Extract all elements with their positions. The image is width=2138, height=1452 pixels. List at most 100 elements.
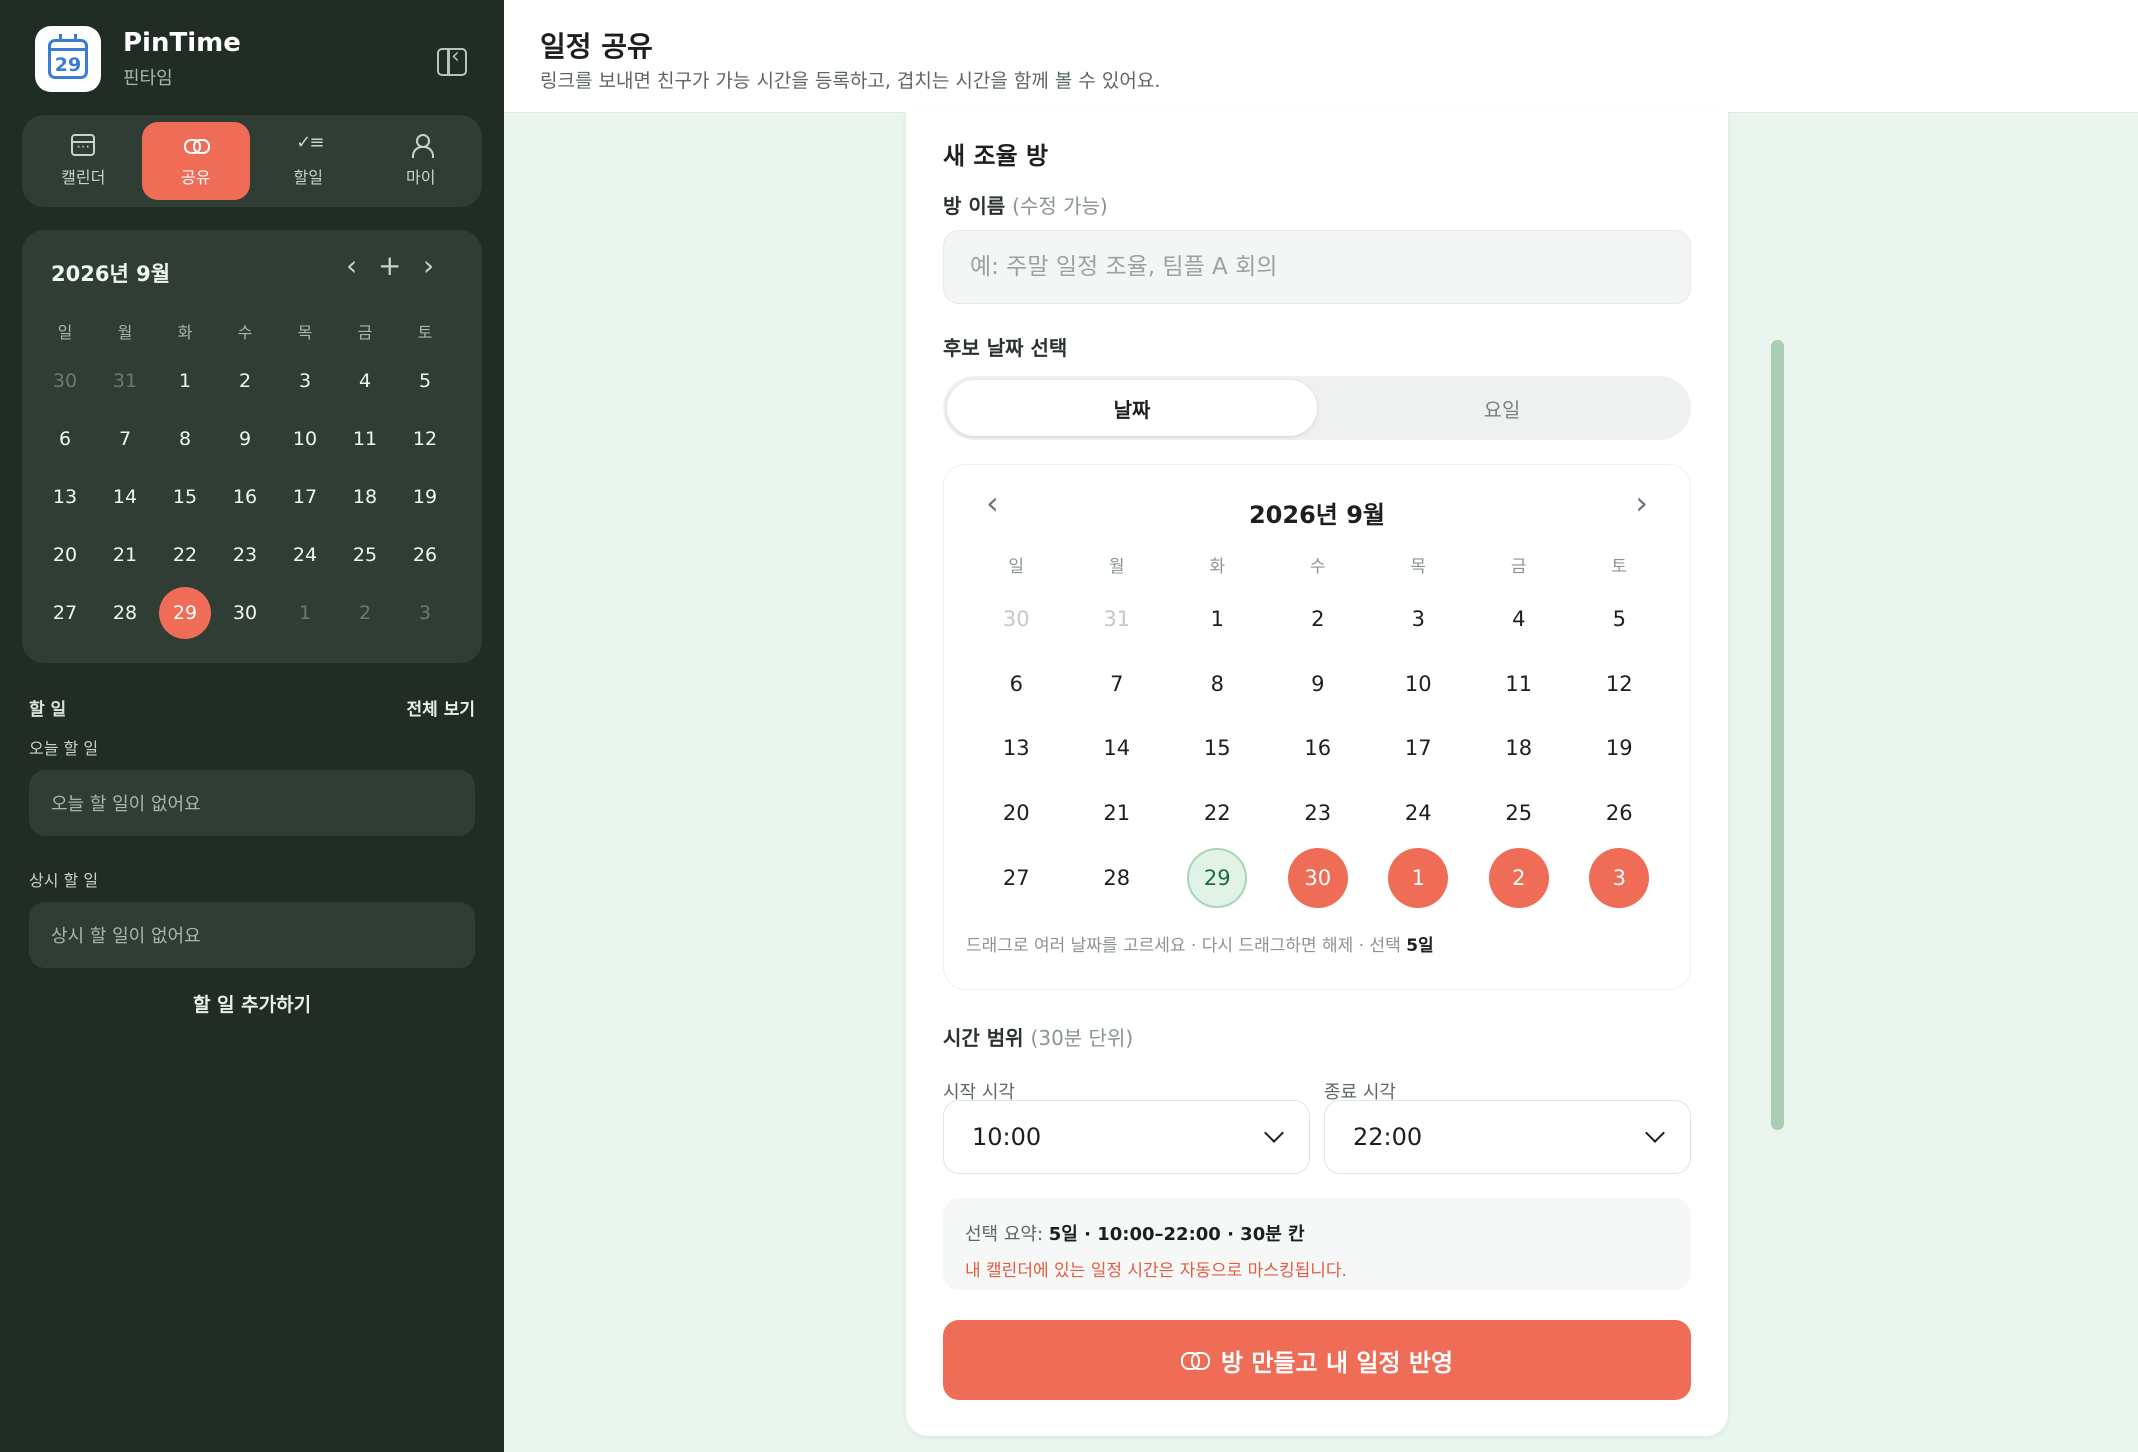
mini-calendar-day[interactable]: 9 xyxy=(215,410,275,468)
date-cell-today[interactable]: 29 xyxy=(1167,845,1268,910)
mini-calendar-day[interactable]: 12 xyxy=(395,410,455,468)
mini-calendar-day[interactable]: 22 xyxy=(155,526,215,584)
date-cell-selected[interactable]: 30 xyxy=(1268,845,1369,910)
mini-calendar-day[interactable]: 8 xyxy=(155,410,215,468)
date-cell[interactable]: 24 xyxy=(1368,781,1469,846)
mini-calendar-day[interactable]: 7 xyxy=(95,410,155,468)
date-cell[interactable]: 21 xyxy=(1067,781,1168,846)
mini-calendar-day[interactable]: 27 xyxy=(35,584,95,642)
date-cell[interactable]: 28 xyxy=(1067,845,1168,910)
mini-calendar-day[interactable]: 2 xyxy=(215,352,275,410)
date-cell[interactable]: 17 xyxy=(1368,716,1469,781)
tab-weekday[interactable]: 요일 xyxy=(1317,380,1687,436)
mini-calendar-day[interactable]: 15 xyxy=(155,468,215,526)
sidebar-collapse-icon[interactable] xyxy=(437,44,467,76)
date-cell[interactable]: 19 xyxy=(1569,716,1670,781)
mini-calendar-day[interactable]: 4 xyxy=(335,352,395,410)
app-subtitle: 핀타임 xyxy=(123,68,173,89)
date-cell[interactable]: 7 xyxy=(1067,652,1168,717)
add-todo-button[interactable]: 할 일 추가하기 xyxy=(0,990,504,1017)
date-cell[interactable]: 31 xyxy=(1067,587,1168,652)
brand[interactable]: 29 PinTime 핀타임 xyxy=(35,26,241,92)
date-cell-selected[interactable]: 1 xyxy=(1368,845,1469,910)
date-cell[interactable]: 15 xyxy=(1167,716,1268,781)
room-name-input[interactable] xyxy=(943,230,1691,304)
date-cell-selected[interactable]: 2 xyxy=(1469,845,1570,910)
mini-calendar-day[interactable]: 17 xyxy=(275,468,335,526)
date-cell[interactable]: 18 xyxy=(1469,716,1570,781)
date-cell[interactable]: 26 xyxy=(1569,781,1670,846)
mini-calendar-day[interactable]: 24 xyxy=(275,526,335,584)
date-cell[interactable]: 4 xyxy=(1469,587,1570,652)
mini-calendar-day[interactable]: 19 xyxy=(395,468,455,526)
add-icon[interactable]: + xyxy=(378,252,401,280)
day-number: 2 xyxy=(1311,607,1325,632)
mini-calendar-day[interactable]: 13 xyxy=(35,468,95,526)
app-logo: 29 xyxy=(35,26,101,92)
date-cell[interactable]: 8 xyxy=(1167,652,1268,717)
mini-calendar-day[interactable]: 6 xyxy=(35,410,95,468)
date-cell[interactable]: 16 xyxy=(1268,716,1369,781)
date-cell[interactable]: 10 xyxy=(1368,652,1469,717)
date-cell[interactable]: 27 xyxy=(966,845,1067,910)
date-cell[interactable]: 13 xyxy=(966,716,1067,781)
nav-item-my[interactable]: 마이 xyxy=(367,122,476,200)
chevron-right-icon[interactable]: › xyxy=(1635,487,1648,519)
mini-calendar-day[interactable]: 5 xyxy=(395,352,455,410)
date-cell[interactable]: 6 xyxy=(966,652,1067,717)
mini-calendar-day[interactable]: 30 xyxy=(215,584,275,642)
date-cell[interactable]: 22 xyxy=(1167,781,1268,846)
start-time-select[interactable]: 10:00 xyxy=(943,1100,1310,1174)
mini-calendar-day[interactable]: 21 xyxy=(95,526,155,584)
date-cell[interactable]: 5 xyxy=(1569,587,1670,652)
mini-calendar-day[interactable]: 16 xyxy=(215,468,275,526)
mini-calendar-day[interactable]: 20 xyxy=(35,526,95,584)
nav-item-todo[interactable]: 할일 xyxy=(254,122,363,200)
mini-calendar-day[interactable]: 23 xyxy=(215,526,275,584)
date-cell[interactable]: 23 xyxy=(1268,781,1369,846)
end-time-select[interactable]: 22:00 xyxy=(1324,1100,1691,1174)
nav-label: 마이 xyxy=(406,168,436,187)
nav-item-calendar[interactable]: 캘린더 xyxy=(29,122,138,200)
mini-calendar-day[interactable]: 2 xyxy=(335,584,395,642)
date-cell[interactable]: 9 xyxy=(1268,652,1369,717)
date-cell[interactable]: 14 xyxy=(1067,716,1168,781)
day-number: 23 xyxy=(1304,801,1332,826)
day-number: 19 xyxy=(1605,736,1633,761)
date-cell[interactable]: 2 xyxy=(1268,587,1369,652)
create-room-button[interactable]: 방 만들고 내 일정 반영 xyxy=(943,1320,1691,1400)
scrollbar[interactable] xyxy=(1771,340,1784,1130)
day-number: 3 xyxy=(1589,847,1650,908)
day-number: 2 xyxy=(238,370,252,392)
mini-calendar-day[interactable]: 14 xyxy=(95,468,155,526)
mini-calendar-day[interactable]: 10 xyxy=(275,410,335,468)
day-number: 29 xyxy=(159,587,211,639)
date-cell[interactable]: 1 xyxy=(1167,587,1268,652)
mini-calendar-day[interactable]: 18 xyxy=(335,468,395,526)
mini-calendar-day[interactable]: 26 xyxy=(395,526,455,584)
date-cell[interactable]: 25 xyxy=(1469,781,1570,846)
mini-calendar-day[interactable]: 1 xyxy=(155,352,215,410)
mini-calendar-today[interactable]: 29 xyxy=(155,584,215,642)
weekday-label: 화 xyxy=(1209,556,1226,577)
date-cell[interactable]: 20 xyxy=(966,781,1067,846)
mini-calendar-day[interactable]: 28 xyxy=(95,584,155,642)
date-cell-selected[interactable]: 3 xyxy=(1569,845,1670,910)
mini-calendar-day[interactable]: 11 xyxy=(335,410,395,468)
mini-calendar-day[interactable]: 3 xyxy=(275,352,335,410)
chevron-left-icon[interactable]: ‹ xyxy=(346,252,357,280)
mini-calendar-day[interactable]: 30 xyxy=(35,352,95,410)
date-cell[interactable]: 30 xyxy=(966,587,1067,652)
chevron-right-icon[interactable]: › xyxy=(423,252,434,280)
nav-item-share[interactable]: 공유 xyxy=(141,122,250,200)
date-cell[interactable]: 12 xyxy=(1569,652,1670,717)
date-cell[interactable]: 11 xyxy=(1469,652,1570,717)
mini-calendar-day[interactable]: 31 xyxy=(95,352,155,410)
tab-date[interactable]: 날짜 xyxy=(947,380,1317,436)
date-cell[interactable]: 3 xyxy=(1368,587,1469,652)
mini-calendar-day[interactable]: 25 xyxy=(335,526,395,584)
mini-calendar-day[interactable]: 1 xyxy=(275,584,335,642)
time-range-hint: (30분 단위) xyxy=(1030,1026,1134,1050)
mini-calendar-day[interactable]: 3 xyxy=(395,584,455,642)
view-all-link[interactable]: 전체 보기 xyxy=(407,695,475,720)
